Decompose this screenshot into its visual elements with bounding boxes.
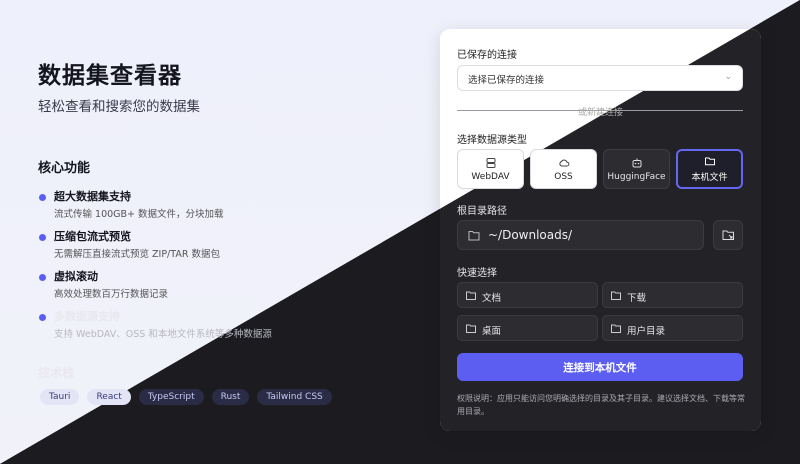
bullet-dot-icon [39,194,46,201]
folder-open-icon [722,230,734,240]
saved-connections-value: 选择已保存的连接 [468,75,545,86]
permission-note: 权限说明：应用只能访问您明确选择的目录及其子目录。建议选择文档、下载等常用目录。 [457,394,745,416]
feature-desc: 支持 WebDAV、OSS 和本地文件系统等多种数据源 [54,329,272,340]
feature-desc: 无需解压直接流式预览 ZIP/TAR 数据包 [54,249,220,260]
feature-desc: 高效处理数百万行数据记录 [54,289,169,300]
source-type-label: 选择数据源类型 [457,135,527,146]
saved-connections-label: 已保存的连接 [457,50,517,61]
cloud-icon [558,159,569,166]
quick-label: 用户目录 [627,326,666,337]
root-path-label: 根目录路径 [457,206,507,217]
source-label: OSS [554,171,573,182]
tech-tag: TypeScript [138,389,204,405]
folder-icon [611,291,621,300]
quick-desktop-button[interactable]: 桌面 [457,315,598,341]
connect-button[interactable]: 连接到本机文件 [457,353,743,381]
quick-select-label: 快速选择 [457,268,497,279]
tech-tag: Tauri [40,389,80,405]
folder-icon [466,291,476,300]
tech-tag: Rust [211,389,250,405]
folder-icon [466,324,476,333]
feature-title: 多数据源支持 [54,310,120,323]
quick-label: 文档 [482,293,502,304]
folder-icon [611,324,621,333]
intro-section: 数据集查看器 轻松查看和搜索您的数据集 核心功能 超大数据集支持 流式传输 10… [38,0,418,464]
page-subtitle: 轻松查看和搜索您的数据集 [38,99,200,115]
source-webdav-button[interactable]: WebDAV [457,149,524,189]
source-label: 本机文件 [691,173,728,183]
saved-connections-select[interactable]: 选择已保存的连接 ⌄ [457,65,743,91]
bullet-dot-icon [39,234,46,241]
bullet-dot-icon [39,314,46,321]
divider-text: 或新建连接 [578,108,624,118]
folder-icon [704,157,715,166]
tech-tag: React [87,389,131,405]
feature-title: 超大数据集支持 [54,190,131,203]
bot-icon [632,158,641,167]
source-label: HuggingFace [607,171,666,182]
folder-icon [468,231,480,241]
connection-panel: 已保存的连接 选择已保存的连接 ⌄ 或新建连接 选择数据源类型 WebDAV O… [440,29,761,431]
root-path-input[interactable]: ~/Downloads/ [457,220,704,250]
features-heading: 核心功能 [38,161,91,176]
quick-downloads-button[interactable]: 下载 [602,282,743,308]
chevron-down-icon: ⌄ [724,72,732,82]
quick-documents-button[interactable]: 文档 [457,282,598,308]
root-path-value: ~/Downloads/ [488,228,573,242]
server-icon [486,157,495,168]
source-huggingface-button[interactable]: HuggingFace [603,149,670,189]
source-label: WebDAV [471,171,510,182]
bullet-dot-icon [39,274,46,281]
quick-label: 桌面 [482,326,502,337]
page-title: 数据集查看器 [38,63,182,89]
quick-home-button[interactable]: 用户目录 [602,315,743,341]
feature-title: 压缩包流式预览 [54,230,131,243]
quick-label: 下载 [627,293,647,304]
source-local-button[interactable]: 本机文件 [676,149,743,189]
source-oss-button[interactable]: OSS [530,149,597,189]
tech-tags: Tauri React TypeScript Rust Tailwind CSS [40,389,332,405]
feature-desc: 流式传输 100GB+ 数据文件，分块加载 [54,209,224,220]
feature-title: 虚拟滚动 [54,270,98,283]
tech-heading: 技术栈 [38,366,75,380]
tech-tag: Tailwind CSS [257,389,332,405]
browse-folder-button[interactable] [713,220,743,250]
